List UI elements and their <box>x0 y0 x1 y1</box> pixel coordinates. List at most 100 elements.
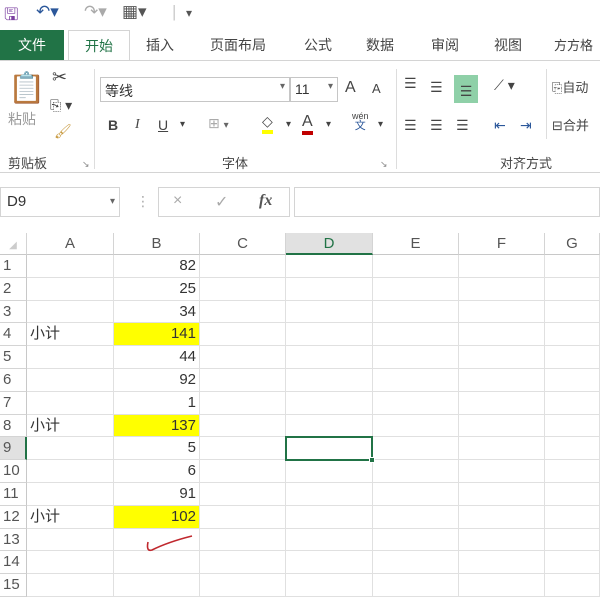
cell-B4[interactable]: 141 <box>114 323 200 347</box>
cell-A9[interactable] <box>27 437 114 461</box>
cell-B6[interactable]: 92 <box>114 369 200 392</box>
cell-E14[interactable] <box>373 551 459 575</box>
cell-E12[interactable] <box>373 505 459 529</box>
cell-E7[interactable] <box>373 391 459 415</box>
cell-E2[interactable] <box>373 277 459 301</box>
cell-F10[interactable] <box>459 460 545 483</box>
cell-G5[interactable] <box>545 346 600 369</box>
cell-F2[interactable] <box>459 277 545 301</box>
cell-A14[interactable] <box>27 551 114 575</box>
dialog-launcher-icon[interactable]: ↘ <box>380 159 388 170</box>
row-header[interactable]: 15 <box>0 574 27 597</box>
cell-A8[interactable]: 小计 <box>27 414 114 438</box>
underline-button[interactable]: U <box>158 117 168 133</box>
cell-A11[interactable] <box>27 483 114 506</box>
cell-E5[interactable] <box>373 346 459 369</box>
cell-A13[interactable] <box>27 528 114 552</box>
cell-F4[interactable] <box>459 323 545 347</box>
decrease-indent-icon[interactable]: ⇤ <box>494 117 506 134</box>
tab-insert[interactable]: 插入 <box>146 35 174 55</box>
increase-indent-icon[interactable]: ⇥ <box>520 117 532 134</box>
cell-F5[interactable] <box>459 346 545 369</box>
row-header[interactable]: 8 <box>0 414 27 438</box>
cell-F14[interactable] <box>459 551 545 575</box>
tab-formulas[interactable]: 公式 <box>304 35 332 55</box>
cell-A15[interactable] <box>27 574 114 597</box>
cut-icon[interactable]: ✂ <box>52 67 67 88</box>
cell-E4[interactable] <box>373 323 459 347</box>
cell-B15[interactable] <box>114 574 200 597</box>
cell-E6[interactable] <box>373 369 459 392</box>
cell-E1[interactable] <box>373 255 459 278</box>
cell-B12[interactable]: 102 <box>114 505 200 529</box>
row-header[interactable]: 4 <box>0 323 27 347</box>
cell-B1[interactable]: 82 <box>114 255 200 278</box>
cell-F12[interactable] <box>459 505 545 529</box>
cell-E9[interactable] <box>373 437 459 461</box>
cell-C15[interactable] <box>200 574 286 597</box>
cell-F11[interactable] <box>459 483 545 506</box>
cell-C13[interactable] <box>200 528 286 552</box>
cell-F9[interactable] <box>459 437 545 461</box>
row-header[interactable]: 12 <box>0 505 27 529</box>
cell-C8[interactable] <box>200 414 286 438</box>
cell-G8[interactable] <box>545 414 600 438</box>
cell-G1[interactable] <box>545 255 600 278</box>
cell-B10[interactable]: 6 <box>114 460 200 483</box>
column-header-F[interactable]: F <box>459 233 545 255</box>
row-header[interactable]: 5 <box>0 346 27 369</box>
align-right-icon[interactable]: ☰ <box>456 117 469 134</box>
cancel-icon[interactable]: × <box>173 192 182 210</box>
tab-home[interactable]: 开始 <box>68 30 130 61</box>
cell-C1[interactable] <box>200 255 286 278</box>
cell-C14[interactable] <box>200 551 286 575</box>
cell-D10[interactable] <box>286 460 373 483</box>
cell-D4[interactable] <box>286 323 373 347</box>
row-header[interactable]: 2 <box>0 277 27 301</box>
active-cell-selection[interactable] <box>285 436 375 464</box>
align-middle-icon[interactable]: ☰ <box>430 79 443 96</box>
cell-C2[interactable] <box>200 277 286 301</box>
cell-G9[interactable] <box>545 437 600 461</box>
row-header[interactable]: 3 <box>0 300 27 324</box>
spreadsheet-grid[interactable]: ◢ A B C D E F G 1 82 2 25 3 34 4 小计 141 5 44 6 92 7 1 8 小计 137 9 5 1… <box>0 233 600 600</box>
formula-input[interactable] <box>294 187 600 217</box>
cell-D12[interactable] <box>286 505 373 529</box>
cell-C11[interactable] <box>200 483 286 506</box>
column-header-C[interactable]: C <box>200 233 286 255</box>
font-name-select[interactable]: 等线 ▾ <box>100 77 290 102</box>
grow-font-button[interactable]: A <box>345 79 356 97</box>
cell-D5[interactable] <box>286 346 373 369</box>
align-center-icon[interactable]: ☰ <box>430 117 443 134</box>
row-header[interactable]: 6 <box>0 369 27 392</box>
cell-C5[interactable] <box>200 346 286 369</box>
cell-A5[interactable] <box>27 346 114 369</box>
tab-view[interactable]: 视图 <box>494 35 522 55</box>
cell-B2[interactable]: 25 <box>114 277 200 301</box>
cell-B9[interactable]: 5 <box>114 437 200 461</box>
cell-A4[interactable]: 小计 <box>27 323 114 347</box>
enter-icon[interactable]: ✓ <box>215 192 228 212</box>
cell-G10[interactable] <box>545 460 600 483</box>
cell-D13[interactable] <box>286 528 373 552</box>
tab-data[interactable]: 数据 <box>366 35 394 55</box>
cell-A7[interactable] <box>27 391 114 415</box>
phonetic-icon[interactable]: wén 文 <box>352 111 369 132</box>
row-header[interactable]: 11 <box>0 483 27 506</box>
cell-F13[interactable] <box>459 528 545 552</box>
row-header[interactable]: 10 <box>0 460 27 483</box>
insert-function-icon[interactable]: fx <box>259 192 272 210</box>
cell-E13[interactable] <box>373 528 459 552</box>
wrap-text-button[interactable]: ⎘自动 <box>552 77 598 96</box>
cell-G3[interactable] <box>545 300 600 324</box>
cell-C7[interactable] <box>200 391 286 415</box>
cell-A3[interactable] <box>27 300 114 324</box>
row-header[interactable]: 13 <box>0 528 27 552</box>
cell-G12[interactable] <box>545 505 600 529</box>
cell-A6[interactable] <box>27 369 114 392</box>
row-header[interactable]: 9 <box>0 437 27 461</box>
cell-B5[interactable]: 44 <box>114 346 200 369</box>
cell-D1[interactable] <box>286 255 373 278</box>
cell-A10[interactable] <box>27 460 114 483</box>
cell-G6[interactable] <box>545 369 600 392</box>
